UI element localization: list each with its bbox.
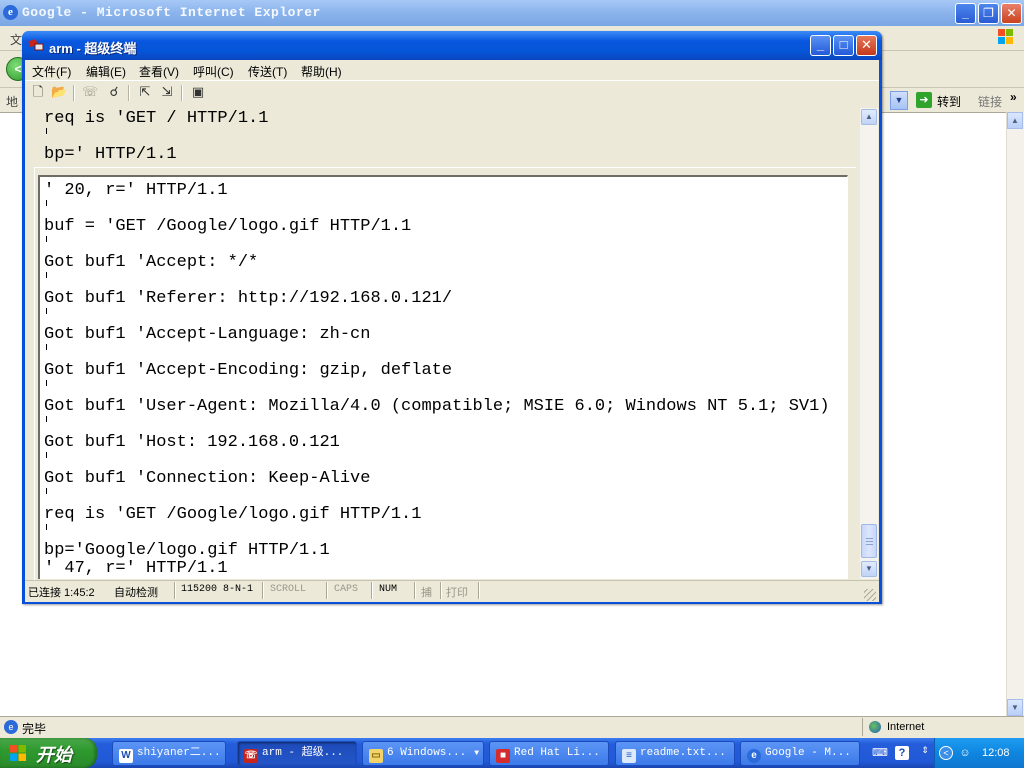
links-button[interactable]: 链接 <box>978 93 1002 110</box>
help-icon[interactable]: ? <box>895 746 909 760</box>
go-button[interactable]: 转到 <box>937 93 961 110</box>
print-echo-indicator: 打印 <box>446 587 468 599</box>
terminal-line: Got buf1 'Referer: http://192.168.0.121/ <box>44 289 453 308</box>
terminal-line: Got buf1 'Host: 192.168.0.121 <box>44 433 340 452</box>
connection-time: 已连接 1:45:2 <box>28 587 95 599</box>
terminal-line: Got buf1 'Accept-Encoding: gzip, deflate <box>44 361 453 380</box>
num-lock-indicator: NUM <box>379 584 398 595</box>
scroll-down-icon[interactable]: ▼ <box>861 561 877 577</box>
terminal-line: ' 47, r=' HTTP/1.1 <box>44 559 228 578</box>
windows-flag-icon <box>998 29 1013 44</box>
task-label: readme.txt... <box>640 747 726 759</box>
terminal-minimize-button[interactable]: _ <box>810 35 831 56</box>
terminal-maximize-button[interactable]: □ <box>833 35 854 56</box>
detect-mode: 自动检测 <box>114 587 158 599</box>
call-icon[interactable]: ☏ <box>82 84 98 100</box>
clock[interactable]: 12:08 <box>982 747 1010 759</box>
terminal-line: bp=' HTTP/1.1 <box>44 145 177 164</box>
terminal-line: Got buf1 'Accept-Language: zh-cn <box>44 325 371 344</box>
ie-restore-button[interactable]: ❐ <box>978 3 999 24</box>
ie-app-icon: e <box>3 5 18 20</box>
menu-view[interactable]: 查看(V) <box>139 63 179 80</box>
terminal-line: bp='Google/logo.gif HTTP/1.1 <box>44 541 330 560</box>
folder-icon: ▭ <box>369 749 383 763</box>
terminal-line: buf = 'GET /Google/logo.gif HTTP/1.1 <box>44 217 412 236</box>
terminal-titlebar[interactable] <box>22 31 882 60</box>
terminal-line: req is 'GET / HTTP/1.1 <box>44 109 269 128</box>
properties-icon[interactable]: ▣ <box>190 84 206 100</box>
language-bar-icon[interactable]: ⇕ <box>918 743 932 757</box>
terminal-line: ' 20, r=' HTTP/1.1 <box>44 181 228 200</box>
task-label: 6 Windows... <box>387 747 467 759</box>
ie-minimize-button[interactable]: _ <box>955 3 976 24</box>
taskbar-button-hyperterminal[interactable]: ☏ arm - 超级... <box>237 741 357 766</box>
menu-call[interactable]: 呼叫(C) <box>193 63 234 80</box>
show-hidden-icons-chevron-icon[interactable]: < <box>939 746 953 760</box>
scroll-up-icon[interactable]: ▲ <box>861 109 877 125</box>
port-settings: 115200 8-N-1 <box>181 584 254 595</box>
start-label: 开始 <box>36 745 72 765</box>
messenger-icon[interactable]: ☺ <box>958 746 972 760</box>
terminal-window-title: arm - 超级终端 <box>49 41 137 56</box>
chevron-right-icon[interactable]: » <box>1010 90 1017 104</box>
send-file-icon[interactable]: ⇱ <box>137 84 153 100</box>
scroll-lock-indicator: SCROLL <box>270 584 307 595</box>
ie-titlebar[interactable]: Google - Microsoft Internet Explorer <box>0 0 1024 26</box>
go-arrow-icon[interactable]: ➜ <box>916 92 932 108</box>
internet-zone-icon <box>869 721 881 733</box>
taskbar-button-word[interactable]: Wshiyaner二... <box>112 741 226 766</box>
menu-transfer[interactable]: 传送(T) <box>248 63 287 80</box>
task-label: Red Hat Li... <box>514 747 600 759</box>
disconnect-icon[interactable]: ☌ <box>106 84 122 100</box>
ie-address-label: 地 <box>6 95 19 109</box>
taskbar-button-explorer-group[interactable]: ▭ 6 Windows... ▼ <box>362 741 484 766</box>
menu-help[interactable]: 帮助(H) <box>301 63 342 80</box>
ie-vertical-scrollbar[interactable]: ▲ ▼ <box>1006 112 1024 716</box>
statusbar-divider <box>862 718 863 736</box>
red-hat-icon: ■ <box>496 749 510 763</box>
taskbar-button-notepad[interactable]: ≡ readme.txt... <box>615 741 735 766</box>
hyperterminal-icon <box>28 38 44 51</box>
taskbar-button-ie[interactable]: e Google - M... <box>740 741 860 766</box>
scroll-up-icon[interactable]: ▲ <box>1007 112 1023 129</box>
hyperterminal-icon: ☏ <box>244 749 258 763</box>
terminal-close-button[interactable]: ✕ <box>856 35 877 56</box>
scrollbar-thumb[interactable] <box>861 524 877 558</box>
terminal-line: Got buf1 'Connection: Keep-Alive <box>44 469 371 488</box>
capture-indicator: 捕 <box>421 587 432 599</box>
chevron-down-icon: ▼ <box>474 749 479 758</box>
security-zone-label: Internet <box>887 721 925 733</box>
ie-menu-file[interactable]: 文 <box>10 31 22 48</box>
ie-page-icon: e <box>4 720 18 734</box>
taskbar-button-vmware[interactable]: ■ Red Hat Li... <box>489 741 609 766</box>
ie-close-button[interactable]: ✕ <box>1001 3 1022 24</box>
open-folder-icon[interactable]: 📂 <box>51 84 67 100</box>
caps-lock-indicator: CAPS <box>334 584 359 595</box>
scroll-down-icon[interactable]: ▼ <box>1007 699 1023 716</box>
word-icon: W <box>119 749 133 763</box>
ie-window-title: Google - Microsoft Internet Explorer <box>22 5 321 20</box>
new-connection-icon[interactable]: 🗋 <box>30 84 46 100</box>
terminal-line: Got buf1 'Accept: */* <box>44 253 259 272</box>
terminal-toolbar <box>25 80 879 108</box>
task-label: Google - M... <box>765 747 851 759</box>
ie-status-text: 完毕 <box>22 722 47 736</box>
receive-file-icon[interactable]: ⇲ <box>159 84 175 100</box>
task-label: shiyaner二... <box>137 747 221 759</box>
notepad-icon: ≡ <box>622 749 636 763</box>
ie-icon: e <box>747 749 761 763</box>
menu-file[interactable]: 文件(F) <box>32 63 71 80</box>
terminal-line: req is 'GET /Google/logo.gif HTTP/1.1 <box>44 505 422 524</box>
menu-edit[interactable]: 编辑(E) <box>86 63 126 80</box>
windows-logo-icon <box>10 745 26 761</box>
terminal-line: Got buf1 'User-Agent: Mozilla/4.0 (compa… <box>44 397 830 416</box>
task-label: arm - 超级... <box>262 747 344 759</box>
terminal-vertical-scrollbar[interactable]: ▲ ▼ <box>860 108 878 579</box>
address-dropdown-icon[interactable]: ▼ <box>890 91 908 110</box>
keyboard-icon[interactable]: ⌨ <box>872 746 888 760</box>
resize-grip-icon[interactable] <box>864 589 876 601</box>
